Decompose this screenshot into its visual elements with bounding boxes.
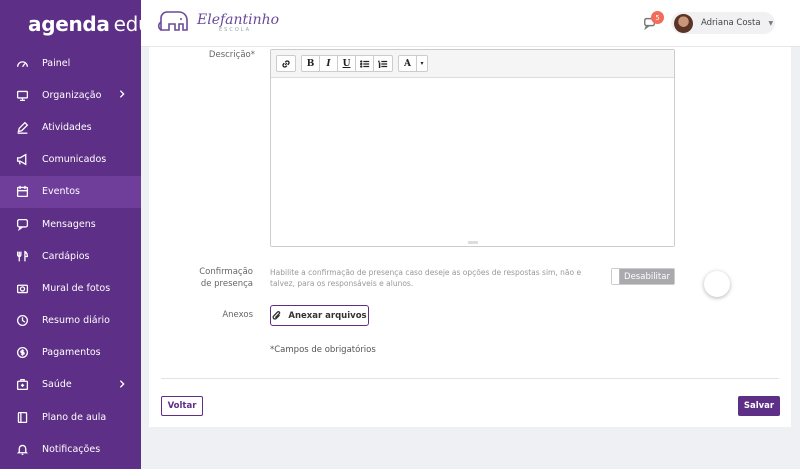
editor-textarea[interactable] — [271, 79, 674, 246]
sidebar-item-notificacoes[interactable]: Notificações — [0, 433, 141, 465]
avatar — [674, 13, 693, 33]
sidebar-item-label: Mensagens — [42, 218, 96, 230]
caret-down-icon: ▼ — [768, 19, 774, 27]
sidebar-nav: Painel Organização Atividades Comunicado… — [0, 47, 141, 465]
font-color-button[interactable]: A — [399, 56, 417, 71]
sidebar-item-mensagens[interactable]: Mensagens — [0, 208, 141, 240]
sidebar-item-eventos[interactable]: Eventos — [0, 175, 141, 208]
sidebar-item-label: Pagamentos — [42, 347, 101, 359]
presence-help-text: Habilite a confirmação de presença caso … — [270, 268, 582, 288]
save-button[interactable]: Salvar — [738, 396, 780, 416]
sidebar-item-saude[interactable]: Saúde — [0, 369, 141, 401]
toggle-knob — [612, 269, 620, 284]
attach-files-label: Anexar arquivos — [288, 310, 367, 321]
sidebar-item-plano[interactable]: Plano de aula — [0, 401, 141, 433]
sidebar-item-organizacao[interactable]: Organização — [0, 79, 141, 111]
monitor-icon — [15, 88, 29, 102]
presence-label: Confirmação de presença — [169, 266, 253, 290]
user-name: Adriana Costa — [701, 18, 761, 28]
required-fields-note: *Campos de obrigatórios — [270, 345, 376, 355]
bullet-list-icon — [359, 59, 369, 68]
sidebar-item-resumo[interactable]: Resumo diário — [0, 305, 141, 337]
sidebar-item-comunicados[interactable]: Comunicados — [0, 144, 141, 176]
presence-toggle[interactable]: Desabilitar — [611, 268, 675, 285]
brand-part-1: agenda — [28, 11, 110, 36]
sidebar-item-label: Comunicados — [42, 154, 107, 166]
color-group: A ▾ — [398, 55, 428, 72]
numbered-list-button[interactable] — [374, 56, 392, 71]
bell-icon — [15, 442, 29, 456]
link-group — [276, 55, 296, 72]
sidebar-item-label: Resumo diário — [42, 315, 110, 327]
toggle-state-label: Desabilitar — [620, 269, 674, 284]
editor-toolbar: B I U A ▾ — [271, 50, 674, 78]
chevron-right-icon — [117, 89, 129, 101]
sidebar-item-label: Mural de fotos — [42, 282, 111, 294]
dashboard-icon — [15, 56, 29, 70]
pencil-icon — [15, 120, 29, 134]
link-button[interactable] — [277, 56, 295, 71]
link-icon — [282, 59, 290, 68]
numbered-list-icon — [378, 60, 388, 68]
floating-circle-button[interactable] — [704, 271, 730, 297]
sidebar: agenda edu Painel Organização Atividades … — [0, 0, 151, 469]
sidebar-item-label: Saúde — [42, 379, 72, 391]
underline-button[interactable]: U — [338, 56, 356, 71]
calendar-icon — [15, 185, 29, 199]
school-name: Elefantinho — [197, 12, 280, 28]
sidebar-item-label: Eventos — [42, 186, 80, 198]
brand-logo[interactable]: agenda edu — [0, 0, 151, 47]
presence-label-line-1: Confirmação — [199, 267, 253, 277]
book-icon — [15, 410, 29, 424]
bullet-list-button[interactable] — [356, 56, 374, 71]
dollar-icon — [15, 346, 29, 360]
chevron-right-icon — [117, 379, 129, 391]
sidebar-item-label: Painel — [42, 57, 71, 69]
sidebar-item-label: Atividades — [42, 121, 92, 133]
resize-handle[interactable] — [468, 241, 478, 244]
clock-icon — [15, 314, 29, 328]
notification-badge: 5 — [651, 11, 664, 24]
attach-files-button[interactable]: Anexar arquivos — [270, 305, 369, 326]
megaphone-icon — [15, 153, 29, 167]
school-logo[interactable]: Elefantinho ESCOLA — [157, 10, 279, 36]
sidebar-item-label: Cardápios — [42, 250, 90, 262]
bold-button[interactable]: B — [302, 56, 320, 71]
sidebar-item-mural[interactable]: Mural de fotos — [0, 272, 141, 304]
utensils-icon — [15, 249, 29, 263]
sidebar-item-label: Organização — [42, 89, 102, 101]
font-color-dropdown[interactable]: ▾ — [417, 56, 427, 71]
paperclip-icon — [272, 310, 281, 320]
description-label: Descrição* — [208, 50, 255, 60]
sidebar-item-pagamentos[interactable]: Pagamentos — [0, 337, 141, 369]
school-sub: ESCOLA — [219, 27, 252, 33]
sidebar-item-label: Plano de aula — [42, 411, 107, 423]
italic-button[interactable]: I — [320, 56, 338, 71]
presence-label-line-2: de presença — [200, 279, 253, 289]
elephant-icon — [157, 11, 188, 31]
camera-icon — [15, 281, 29, 295]
back-button[interactable]: Voltar — [161, 396, 203, 416]
format-group: B I U — [301, 55, 393, 72]
sidebar-item-cardapios[interactable]: Cardápios — [0, 240, 141, 272]
divider — [161, 378, 779, 379]
medkit-icon — [15, 378, 29, 392]
attachments-label: Anexos — [222, 310, 253, 320]
event-form-card: Descrição* B I U A ▾ Confirmação de pres… — [149, 47, 791, 427]
description-editor: B I U A ▾ — [270, 49, 675, 247]
topbar: Elefantinho ESCOLA 5 Adriana Costa ▼ — [141, 0, 800, 47]
chat-icon — [15, 217, 29, 231]
sidebar-item-atividades[interactable]: Atividades — [0, 111, 141, 143]
user-menu[interactable]: Adriana Costa ▼ — [671, 12, 775, 34]
sidebar-item-painel[interactable]: Painel — [0, 47, 141, 79]
sidebar-item-label: Notificações — [42, 443, 101, 455]
